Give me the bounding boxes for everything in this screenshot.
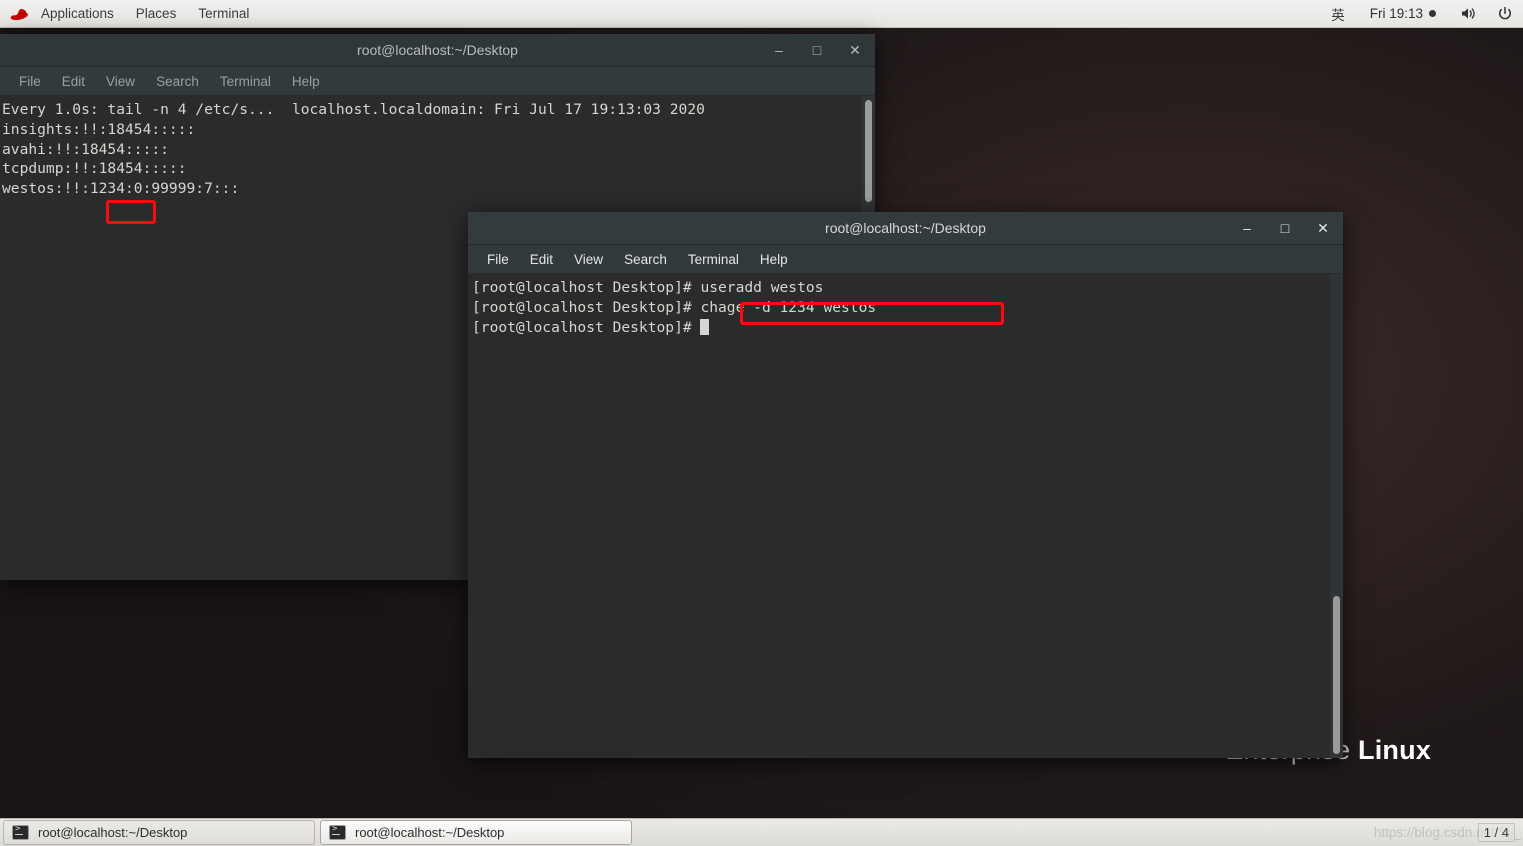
notification-dot-icon xyxy=(1429,10,1436,17)
window2-title: root@localhost:~/Desktop xyxy=(825,220,986,236)
maximize-icon[interactable]: □ xyxy=(1277,220,1293,236)
terminal-line: [root@localhost Desktop]# xyxy=(472,318,1343,338)
top-panel: Applications Places Terminal 英 Fri 19:13 xyxy=(0,0,1523,28)
close-icon[interactable]: ✕ xyxy=(847,42,863,58)
menu-help[interactable]: Help xyxy=(283,71,329,92)
wallpaper-brand-bold: Linux xyxy=(1358,735,1431,765)
window1-menubar[interactable]: File Edit View Search Terminal Help xyxy=(0,67,875,96)
terminal-line: insights:!!:18454::::: xyxy=(2,120,196,138)
menu-view[interactable]: View xyxy=(565,249,612,270)
taskbar-button-label: root@localhost:~/Desktop xyxy=(355,825,505,840)
input-method-indicator[interactable]: 英 xyxy=(1320,0,1356,28)
terminal-icon xyxy=(12,824,29,840)
terminal-line: [root@localhost Desktop]# chage -d 1234 … xyxy=(472,298,877,316)
topbar-item-terminal[interactable]: Terminal xyxy=(187,0,260,28)
window1-controls: – □ ✕ xyxy=(771,42,875,58)
power-icon[interactable] xyxy=(1487,6,1523,22)
menu-terminal[interactable]: Terminal xyxy=(211,71,280,92)
taskbar: root@localhost:~/Desktop root@localhost:… xyxy=(0,818,1523,846)
menu-view[interactable]: View xyxy=(97,71,144,92)
window2-terminal-output[interactable]: [root@localhost Desktop]# useradd westos… xyxy=(468,274,1343,758)
minimize-icon[interactable]: – xyxy=(771,42,787,58)
topbar-item-places[interactable]: Places xyxy=(125,0,188,28)
terminal-window-2[interactable]: root@localhost:~/Desktop – □ ✕ File Edit… xyxy=(468,212,1343,758)
menu-file[interactable]: File xyxy=(478,249,518,270)
terminal-line: westos:!!:1234:0:99999:7::: xyxy=(2,180,240,198)
terminal-line: Every 1.0s: tail -n 4 /etc/s... localhos… xyxy=(2,101,705,118)
terminal-cursor xyxy=(700,318,710,335)
menu-search[interactable]: Search xyxy=(147,71,208,92)
window2-scrollbar-thumb[interactable] xyxy=(1333,596,1340,754)
close-icon[interactable]: ✕ xyxy=(1315,220,1331,236)
menu-edit[interactable]: Edit xyxy=(521,249,562,270)
terminal-line: [root@localhost Desktop]# useradd westos xyxy=(472,279,824,296)
window2-scrollbar[interactable] xyxy=(1330,274,1343,758)
taskbar-button-label: root@localhost:~/Desktop xyxy=(38,825,188,840)
terminal-line: tcpdump:!!:18454::::: xyxy=(2,160,187,178)
taskbar-right-area: https://blog.csdn.net/Sjj_ 1 / 4 xyxy=(1374,819,1523,846)
terminal-icon xyxy=(329,824,346,840)
window2-titlebar[interactable]: root@localhost:~/Desktop – □ ✕ xyxy=(468,212,1343,245)
taskbar-button-terminal-1[interactable]: root@localhost:~/Desktop xyxy=(3,820,315,845)
clock-area[interactable]: Fri 19:13 xyxy=(1356,6,1450,21)
maximize-icon[interactable]: □ xyxy=(809,42,825,58)
window1-title: root@localhost:~/Desktop xyxy=(357,42,518,58)
window1-scrollbar-thumb[interactable] xyxy=(865,100,872,202)
menu-file[interactable]: File xyxy=(10,71,50,92)
volume-icon[interactable] xyxy=(1450,6,1487,21)
minimize-icon[interactable]: – xyxy=(1239,220,1255,236)
terminal-prompt: [root@localhost Desktop]# xyxy=(472,318,701,336)
menu-help[interactable]: Help xyxy=(751,249,797,270)
menu-edit[interactable]: Edit xyxy=(53,71,94,92)
window1-titlebar[interactable]: root@localhost:~/Desktop – □ ✕ xyxy=(0,34,875,67)
menu-search[interactable]: Search xyxy=(615,249,676,270)
taskbar-button-terminal-2[interactable]: root@localhost:~/Desktop xyxy=(320,820,632,845)
topbar-item-applications[interactable]: Applications xyxy=(30,0,125,28)
redhat-logo-icon xyxy=(8,0,30,28)
window2-controls: – □ ✕ xyxy=(1239,220,1343,236)
menu-terminal[interactable]: Terminal xyxy=(679,249,748,270)
window2-menubar[interactable]: File Edit View Search Terminal Help xyxy=(468,245,1343,274)
terminal-line: avahi:!!:18454::::: xyxy=(2,140,169,158)
clock-label: Fri 19:13 xyxy=(1369,6,1423,21)
workspace-page-indicator[interactable]: 1 / 4 xyxy=(1477,823,1515,842)
